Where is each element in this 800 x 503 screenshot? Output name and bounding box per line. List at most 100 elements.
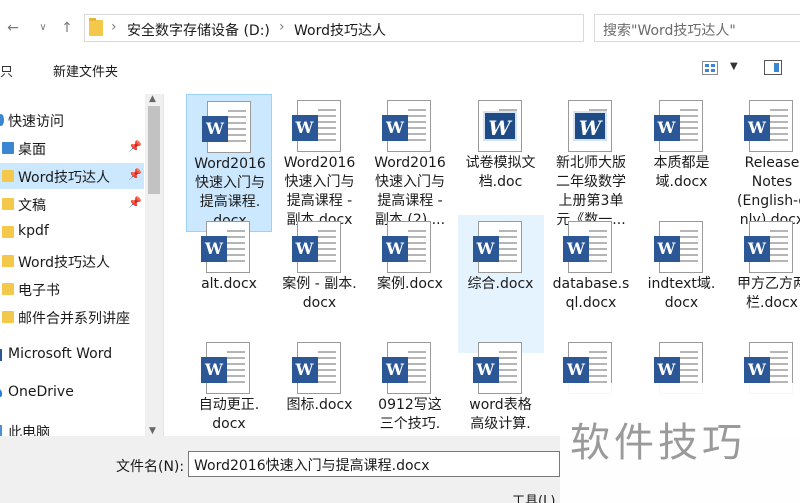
word-badge-icon: W xyxy=(201,236,227,262)
toolbar: 只 新建文件夹 ▼ xyxy=(0,56,800,86)
sidebar-scrollbar[interactable]: ▲ ▼ xyxy=(145,94,163,436)
back-button[interactable]: ← xyxy=(4,18,22,38)
new-folder-button[interactable]: 新建文件夹 xyxy=(53,61,118,80)
organize-button[interactable]: 只 xyxy=(0,61,13,80)
file-item[interactable]: W 案例 - 副本. docx xyxy=(277,215,363,353)
file-name-line: 三个技巧. xyxy=(379,416,441,432)
sidebar-item-word-tips-2[interactable]: Word技巧达人 xyxy=(0,248,144,274)
file-name-line: Word2016 xyxy=(283,155,356,171)
folder-icon xyxy=(2,198,14,210)
word-badge-icon: W xyxy=(291,115,318,141)
file-item[interactable]: W 本质都是 域.docx xyxy=(639,94,725,232)
file-name-line: indtext域. xyxy=(647,276,716,292)
sidebar-item-word-tips[interactable]: Word技巧达人 📌 xyxy=(0,163,144,189)
chevron-down-icon[interactable]: ▼ xyxy=(730,61,738,72)
word-document-icon: W xyxy=(744,221,793,273)
word-icon xyxy=(0,349,2,361)
file-name-line: docx xyxy=(212,416,246,432)
file-item[interactable]: W Word2016 快速入门与 提高课程 - 副本.docx xyxy=(277,94,363,232)
file-item[interactable]: W 0912写这 三个技巧. xyxy=(367,336,453,436)
word-badge-icon: W xyxy=(563,236,589,262)
sidebar-item-quick-access[interactable]: › 快速访问 xyxy=(0,107,144,133)
navigation-pane: › 快速访问 桌面 📌 Word技巧达人 📌 文稿 📌 kpdf Word技巧达… xyxy=(0,94,164,436)
sidebar-item-onedrive[interactable]: OneDrive xyxy=(0,380,144,406)
tools-button[interactable]: 工具(L) xyxy=(512,490,555,503)
file-item[interactable]: WWord2016快速入门与提高课程.docx xyxy=(186,94,272,232)
word-document-icon: W xyxy=(382,221,431,273)
word-badge-icon: W xyxy=(653,115,680,141)
word-badge-icon: W xyxy=(472,357,499,383)
word-document-icon: W xyxy=(382,100,431,152)
word-document-icon: W xyxy=(201,221,250,273)
cloud-icon xyxy=(0,389,2,397)
file-name-line: 案例 - 副本. xyxy=(282,276,357,292)
word-document-icon: W xyxy=(563,221,612,273)
file-name-line: word表格 xyxy=(469,397,532,413)
sidebar-item-label: OneDrive xyxy=(8,384,74,400)
file-name: word表格 高级计算. xyxy=(460,396,542,434)
sidebar-item-kpdf[interactable]: kpdf xyxy=(0,219,144,245)
up-button[interactable]: ↑ xyxy=(58,18,76,38)
word-badge-icon: W xyxy=(653,236,680,262)
word-badge-icon: W xyxy=(382,236,408,262)
file-name-line: Notes xyxy=(751,174,793,190)
view-options-icon[interactable] xyxy=(702,61,718,75)
sidebar-item-mail-merge[interactable]: 邮件合并系列讲座 xyxy=(0,304,144,330)
word-badge-icon: W xyxy=(382,115,408,141)
filename-input[interactable]: Word2016快速入门与提高课程.docx xyxy=(188,451,560,477)
file-item[interactable]: Wdatabase.s ql.docx xyxy=(548,215,634,353)
file-name-line: 提高课程 - xyxy=(286,193,353,209)
recent-dropdown-button[interactable]: ∨ xyxy=(34,18,52,38)
breadcrumb-folder[interactable]: Word技巧达人 xyxy=(294,20,386,40)
word-badge-icon: W xyxy=(744,236,770,262)
folder-icon xyxy=(2,255,14,267)
filename-value: Word2016快速入门与提高课程.docx xyxy=(194,458,430,474)
word-document-icon: W xyxy=(202,101,251,153)
file-name-line: (English-o xyxy=(737,193,800,209)
scroll-down-icon[interactable]: ▼ xyxy=(149,426,156,436)
file-item[interactable]: W 试卷模拟文 档.doc xyxy=(458,94,544,232)
file-name-line: 域.docx xyxy=(655,174,708,190)
file-name-line: 栏.docx xyxy=(746,295,798,311)
sidebar-item-label: 桌面 xyxy=(18,142,46,158)
file-item[interactable]: W 新北师大版 二年级数学 上册第3单 元《数一... xyxy=(548,94,634,232)
watermark: 软件技巧 xyxy=(570,420,746,466)
file-name-line: Release xyxy=(744,155,800,171)
search-input[interactable]: 搜索"Word技巧达人" xyxy=(594,14,800,42)
word-badge-icon: W xyxy=(291,357,318,383)
address-bar[interactable]: › 安全数字存储设备 (D:) › Word技巧达人 ∨ ↻ xyxy=(84,14,659,42)
file-item[interactable]: Wword表格 高级计算. xyxy=(458,336,544,436)
sidebar-item-this-pc[interactable]: 此电脑 xyxy=(0,418,144,436)
file-name-line: docx xyxy=(664,295,699,311)
sidebar-item-label: 文稿 xyxy=(18,198,46,214)
file-item[interactable]: Walt.docx xyxy=(186,215,272,353)
scrollbar-thumb[interactable] xyxy=(148,106,160,194)
pin-icon: 📌 xyxy=(128,168,142,181)
preview-pane-icon[interactable] xyxy=(764,60,782,75)
file-item[interactable]: W 自动更正. docx xyxy=(186,336,272,436)
breadcrumb-drive[interactable]: 安全数字存储设备 (D:) xyxy=(127,20,270,40)
sidebar-item-documents[interactable]: 文稿 📌 xyxy=(0,191,144,217)
file-name: 自动更正. docx xyxy=(188,396,270,434)
file-item[interactable]: W Release Notes (English-o nly).docx xyxy=(729,94,800,232)
file-name-line: 案例.docx xyxy=(377,276,443,292)
sidebar-item-microsoft-word[interactable]: Microsoft Word xyxy=(0,342,144,368)
file-name-line: 档.doc xyxy=(478,174,523,190)
sidebar-item-ebooks[interactable]: 电子书 xyxy=(0,276,144,302)
file-item[interactable]: W 图标.docx xyxy=(277,336,363,436)
word-badge-icon: W xyxy=(744,357,770,383)
file-item[interactable]: W 甲方乙方两栏.docx xyxy=(729,215,800,353)
sidebar-item-desktop[interactable]: 桌面 📌 xyxy=(0,135,144,161)
file-item[interactable]: W 综合.docx xyxy=(457,215,544,353)
file-item[interactable]: Windtext域. docx xyxy=(639,215,725,353)
scroll-up-icon[interactable]: ▲ xyxy=(149,94,156,104)
file-name: 甲方乙方两栏.docx xyxy=(731,275,800,313)
file-name-line: 甲方乙方两 xyxy=(737,276,800,292)
file-item[interactable]: W 案例.docx xyxy=(367,215,453,353)
word-badge-icon: W xyxy=(382,357,408,383)
file-name-line: ql.docx xyxy=(565,295,617,311)
file-name: 综合.docx xyxy=(460,275,542,294)
file-name: alt.docx xyxy=(188,275,270,294)
file-item[interactable]: W Word2016 快速入门与 提高课程 - 副本 (2).... xyxy=(367,94,453,232)
file-name: 案例 - 副本. docx xyxy=(279,275,361,313)
